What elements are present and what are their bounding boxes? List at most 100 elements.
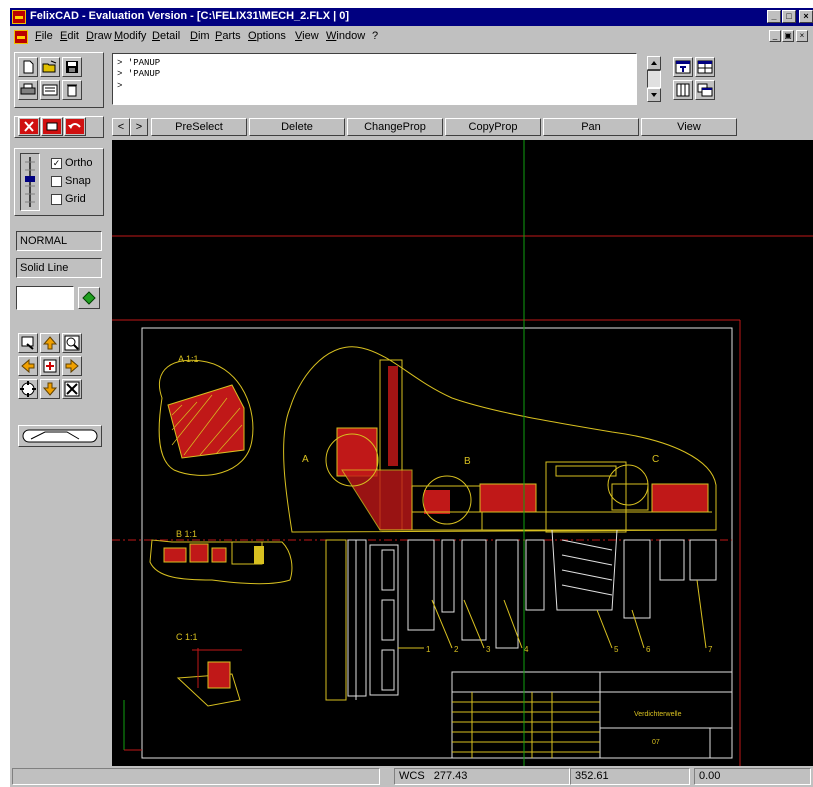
pan-right-button[interactable] [62,356,82,376]
menu-edit[interactable]: Edit [60,30,79,42]
save-file-button[interactable] [62,57,82,77]
pan-down-button[interactable] [40,379,60,399]
grid-label: Grid [65,193,86,205]
pan-up-button[interactable] [40,333,60,353]
plot-button[interactable] [40,80,60,100]
pan-button[interactable]: Pan [543,118,639,136]
x-coordinate-field: WCS 277.43 [394,768,570,785]
command-bar-next-button[interactable]: > [130,118,148,136]
delete-button[interactable]: Delete [249,118,345,136]
arrow-right-icon [65,358,79,374]
menu-options[interactable]: Options [248,30,286,42]
arrow-left-icon [21,358,35,374]
cascade-windows-button[interactable] [695,80,715,100]
felixcad-app-icon[interactable] [12,10,26,24]
coordinate-system-label: WCS [399,770,425,782]
menu-view[interactable]: View [295,30,319,42]
title-bar[interactable]: FelixCAD - Evaluation Version - [C:\FELI… [10,8,813,26]
pan-left-button[interactable] [18,356,38,376]
tile-windows-button[interactable] [695,57,715,77]
detail-a-label: A 1:1 [178,354,199,364]
mdi-minimize-button[interactable]: _ [769,30,781,42]
x-coordinate-value: 277.43 [433,770,468,782]
shaft-section [336,359,716,533]
ucs-icon [123,700,142,751]
menu-window[interactable]: Window [326,30,365,42]
mdi-restore-button[interactable]: ▣ [782,30,794,42]
draw-mode-field[interactable]: NORMAL [16,231,102,251]
scroll-up-arrow-icon [651,61,657,65]
layout-button[interactable] [673,80,693,100]
zoom-extents-button[interactable] [18,379,38,399]
close-button[interactable]: × [799,10,813,23]
menu-parts[interactable]: Parts [215,30,241,42]
part-leaders [398,579,707,649]
cad-drawing[interactable]: 1 2 3 4 5 6 7 A B C A 1:1 B 1:1 C 1:1 Ve… [112,140,813,766]
part-number-7: 7 [708,645,713,654]
detail-circle-c [607,464,649,506]
green-gem-icon [82,291,96,305]
menu-dim[interactable]: Dim [190,30,210,42]
menu-draw[interactable]: Draw [86,30,112,42]
command-line-2: > 'PANUP [117,69,161,79]
zoom-center-icon [43,359,57,373]
red-x-cancel-icon [20,119,38,134]
ortho-check-box[interactable]: ✓ [51,157,62,169]
ortho-checkbox[interactable]: ✓ Ortho [51,157,93,169]
menu-modify[interactable]: Modify [114,30,146,42]
zoom-out-button[interactable] [62,379,82,399]
mdi-close-button[interactable]: × [796,30,808,42]
open-file-button[interactable] [40,57,60,77]
cancel-command-button[interactable] [18,117,40,136]
snap-check-box[interactable] [51,175,62,187]
drawing-canvas[interactable]: 1 2 3 4 5 6 7 A B C A 1:1 B 1:1 C 1:1 Ve… [112,140,813,766]
zoom-in-button[interactable] [62,333,82,353]
z-coordinate-field: 0.00 [694,768,811,785]
menu-help[interactable]: ? [372,30,378,42]
layout-grid-icon [676,83,690,97]
command-scrollbar-track[interactable] [647,70,661,88]
title-block-drawing-number: 07 [652,739,660,746]
title-block-part-name: Verdichterwelle [634,711,682,718]
menu-detail[interactable]: Detail [152,30,180,42]
color-picker-button[interactable] [78,287,100,309]
maximize-button[interactable]: □ [782,10,796,23]
zoom-window-button[interactable] [18,333,38,353]
arrow-down-icon [42,382,58,396]
linetype-field[interactable]: Solid Line [16,258,102,278]
properties-button[interactable] [673,57,693,77]
command-scroll-up-button[interactable] [647,56,661,70]
minimize-button[interactable]: _ [767,10,781,23]
command-bar-prev-button[interactable]: < [112,118,130,136]
print-button[interactable] [18,80,38,100]
window-title: FelixCAD - Evaluation Version - [C:\FELI… [30,10,350,22]
menu-file[interactable]: File [35,30,53,42]
view-button[interactable]: View [641,118,737,136]
preselect-button[interactable]: PreSelect [151,118,247,136]
part-number-2: 2 [454,645,459,654]
command-prompt: > [117,81,123,91]
changeprop-button[interactable]: ChangeProp [347,118,443,136]
snap-checkbox[interactable]: Snap [51,175,91,187]
document-icon[interactable] [14,30,28,44]
plotter-icon [42,84,58,96]
grid-check-box[interactable] [51,193,62,205]
trash-button[interactable] [62,80,82,100]
grid-checkbox[interactable]: Grid [51,193,86,205]
linetype-preview-button[interactable] [18,425,102,447]
detail-view-c: C 1:1 [176,632,242,707]
slider-track-icon [25,157,35,207]
color-swatch[interactable] [16,286,74,310]
new-file-button[interactable] [18,57,38,77]
layer-slider[interactable] [20,153,40,211]
copyprop-button[interactable]: CopyProp [445,118,541,136]
detail-c-label: C 1:1 [176,632,198,642]
command-history[interactable]: > 'PANUP > 'PANUP > [112,53,637,105]
ortho-label: Ortho [65,157,93,169]
detail-b-label: B 1:1 [176,529,197,539]
zoom-center-button[interactable] [40,356,60,376]
undo-button[interactable] [64,117,86,136]
detail-marker-a: A [302,454,309,465]
command-scroll-down-button[interactable] [647,88,661,102]
redraw-button[interactable] [41,117,63,136]
